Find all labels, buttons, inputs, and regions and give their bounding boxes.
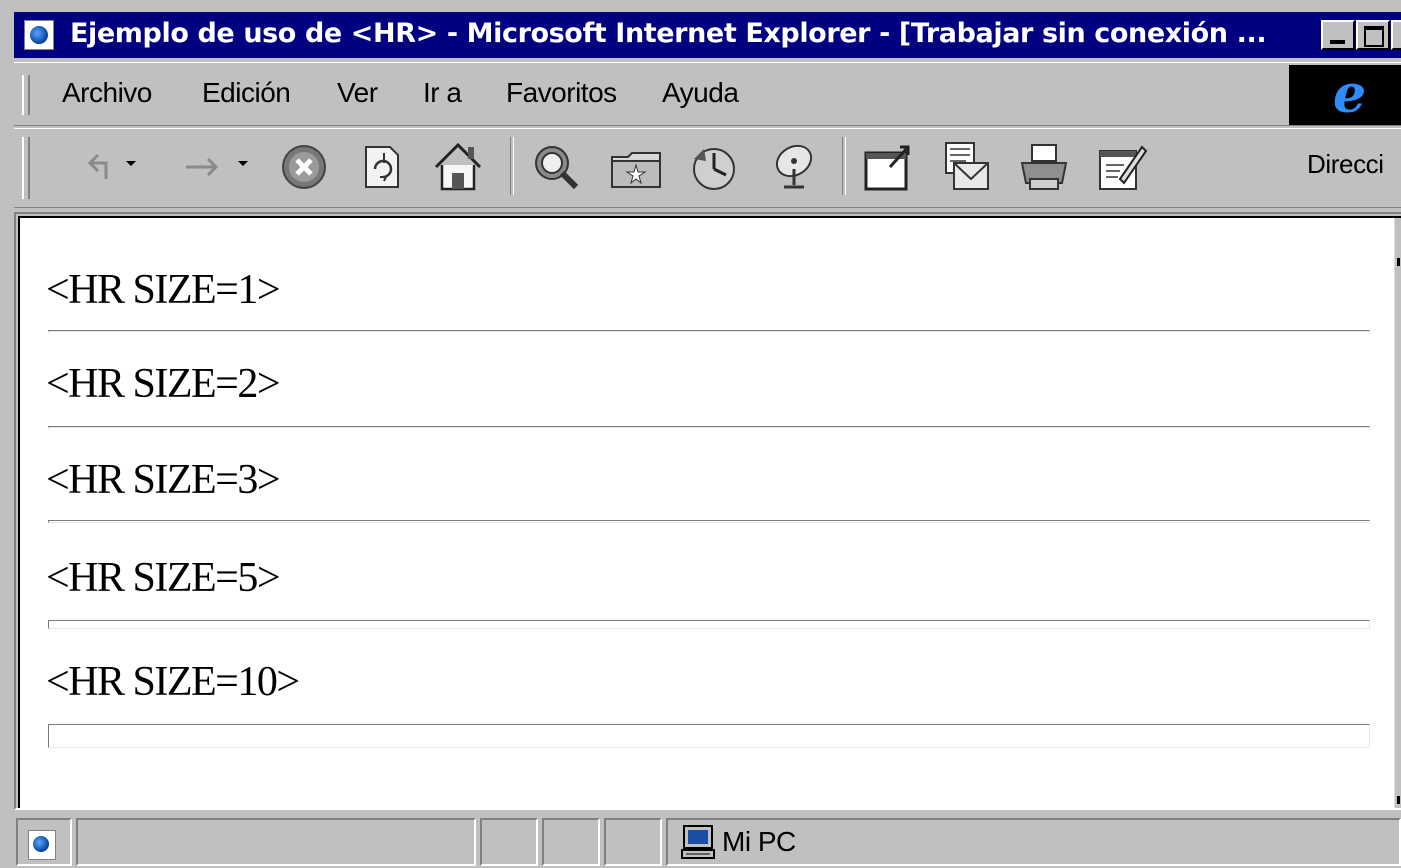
ie-logo-icon: e <box>1333 64 1367 125</box>
my-computer-icon <box>680 824 716 860</box>
hr-size-3 <box>48 520 1370 523</box>
menu-ayuda[interactable]: Ayuda <box>662 77 739 109</box>
title-bar[interactable]: Ejemplo de uso de <HR> - Microsoft Inter… <box>14 12 1401 58</box>
minimize-button[interactable] <box>1321 20 1355 50</box>
stop-icon[interactable] <box>276 139 332 195</box>
maximize-button[interactable] <box>1356 20 1390 50</box>
menu-ir-a[interactable]: Ir a <box>423 77 462 109</box>
hr-size-2-label: <HR SIZE=2> <box>46 361 281 407</box>
status-offline-pane <box>604 818 662 866</box>
print-icon[interactable] <box>1016 139 1072 195</box>
status-progress-pane <box>480 818 538 866</box>
hr-size-10 <box>48 724 1370 748</box>
standard-toolbar: Direcci <box>14 128 1401 208</box>
channels-icon[interactable] <box>766 139 822 195</box>
status-page-pane <box>16 818 72 866</box>
zone-label: Mi PC <box>722 826 796 857</box>
hr-size-2 <box>48 426 1370 428</box>
menu-favoritos[interactable]: Favoritos <box>506 77 617 109</box>
back-dropdown-icon[interactable] <box>126 161 136 166</box>
menu-bar-grip[interactable] <box>22 75 30 115</box>
toolbar-separator <box>842 137 846 195</box>
search-icon[interactable] <box>528 139 584 195</box>
hr-size-3-label: <HR SIZE=3> <box>46 457 281 503</box>
hr-size-5 <box>48 620 1370 629</box>
address-bar-grip[interactable] <box>22 137 30 199</box>
hr-size-5-label: <HR SIZE=5> <box>46 555 281 601</box>
toolbar-separator <box>510 137 514 195</box>
mail-icon[interactable] <box>938 139 994 195</box>
ie-page-icon[interactable] <box>24 20 54 50</box>
close-button-partial[interactable] <box>1391 20 1401 50</box>
edit-icon[interactable] <box>1094 139 1150 195</box>
menu-edicion[interactable]: Edición <box>202 77 291 109</box>
address-label: Direcci <box>1307 149 1384 179</box>
vertical-scrollbar[interactable] <box>1394 218 1401 808</box>
forward-icon[interactable] <box>176 139 232 195</box>
menu-archivo[interactable]: Archivo <box>62 77 152 109</box>
hr-size-1-label: <HR SIZE=1> <box>46 267 281 313</box>
status-zone-pane: Mi PC <box>666 818 1401 866</box>
home-icon[interactable] <box>430 139 486 195</box>
status-text-pane <box>76 818 476 866</box>
browser-viewport: <HR SIZE=1> <HR SIZE=2> <HR SIZE=3> <HR … <box>14 212 1401 810</box>
page-content[interactable]: <HR SIZE=1> <HR SIZE=2> <HR SIZE=3> <HR … <box>18 216 1401 808</box>
favorites-icon[interactable] <box>608 139 664 195</box>
menu-ver[interactable]: Ver <box>337 77 378 109</box>
window-title: Ejemplo de uso de <HR> - Microsoft Inter… <box>70 18 1267 49</box>
status-bar: Mi PC <box>14 812 1401 868</box>
fullscreen-icon[interactable] <box>860 139 916 195</box>
back-icon[interactable] <box>68 139 124 195</box>
forward-dropdown-icon[interactable] <box>238 161 248 166</box>
history-icon[interactable] <box>686 139 742 195</box>
ie-throbber: e <box>1289 65 1401 125</box>
hr-size-1 <box>48 330 1370 332</box>
page-status-icon <box>28 830 56 860</box>
status-security-pane <box>542 818 600 866</box>
refresh-icon[interactable] <box>354 139 410 195</box>
menu-bar: Archivo Edición Ver Ir a Favoritos Ayuda… <box>14 62 1401 126</box>
hr-size-10-label: <HR SIZE=10> <box>46 659 300 705</box>
